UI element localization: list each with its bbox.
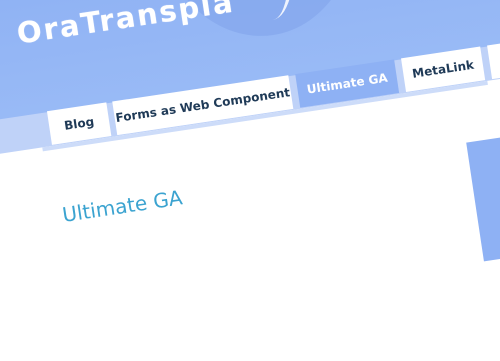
- page: OraTranspla Blog Forms as Web Component …: [0, 0, 500, 359]
